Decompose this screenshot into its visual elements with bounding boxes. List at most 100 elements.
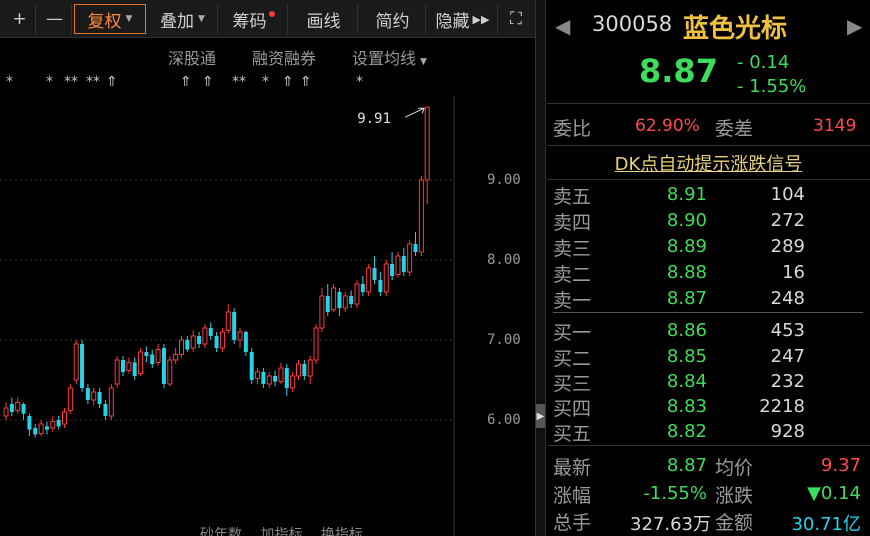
candlestick [138, 348, 144, 376]
prev-stock-icon[interactable]: ◀ [555, 14, 570, 38]
candlestick [255, 368, 261, 384]
candlestick [114, 356, 120, 388]
ask-row[interactable]: 卖四 8.90 272 [547, 208, 870, 234]
signal-flag[interactable]: ** [232, 74, 246, 90]
candlestick [44, 421, 49, 435]
volume-label: 总手 [553, 512, 592, 534]
axis-label: 7.00 [487, 332, 521, 348]
candlestick [190, 330, 196, 352]
signal-flag[interactable]: ** [86, 74, 100, 90]
candlestick [319, 288, 325, 332]
plus-icon: + [12, 9, 27, 29]
tab-add-indicator[interactable]: 加指标 [260, 527, 302, 536]
caret-down-icon: ▼ [125, 14, 133, 24]
candlestick [261, 368, 266, 388]
jianyue-button[interactable]: 简约 [360, 4, 426, 34]
bid-level: 买二 [553, 348, 592, 370]
diejia-button[interactable]: 叠加 ▼ [148, 4, 218, 34]
huaxian-button[interactable]: 画线 [290, 4, 358, 34]
bid-row[interactable]: 买四 8.83 2218 [547, 394, 870, 420]
candlestick [27, 413, 32, 436]
candlestick [390, 252, 395, 280]
candlestick [360, 276, 365, 296]
candlestick [50, 416, 56, 432]
bid-row[interactable]: 买二 8.85 247 [547, 344, 870, 370]
yincang-button[interactable]: 隐藏 ▶▶ [428, 4, 498, 34]
bid-row[interactable]: 买五 8.82 928 [547, 419, 870, 445]
stats-row: 最新 8.87 均价 9.37 [547, 453, 870, 481]
candlestick [108, 384, 114, 420]
candlestick [278, 362, 284, 384]
signal-flag[interactable]: * [6, 74, 13, 90]
bid-row[interactable]: 买三 8.84 232 [547, 369, 870, 395]
ask-row[interactable]: 卖五 8.91 104 [547, 182, 870, 208]
candlestick [395, 252, 401, 278]
fullscreen-button[interactable]: ⛶ [500, 4, 532, 34]
signal-flag[interactable]: ⇑ [180, 74, 192, 90]
next-stock-icon[interactable]: ▶ [847, 14, 862, 38]
bid-volume: 247 [770, 346, 805, 367]
ma-settings-link[interactable]: 设置均线 ▼ [352, 45, 427, 69]
stats-row: 涨幅 -1.55% 涨跌 ▼0.14 [547, 481, 870, 509]
candlestick [214, 332, 219, 352]
stats-divider [547, 445, 870, 446]
shengutong-link[interactable]: 深股通 [168, 45, 216, 69]
ask-row[interactable]: 卖三 8.89 289 [547, 234, 870, 260]
ask-price: 8.89 [666, 236, 707, 257]
signal-flag[interactable]: ⇑ [106, 74, 118, 90]
candlestick [3, 402, 9, 420]
candlestick [331, 284, 337, 312]
candlestick [161, 344, 166, 388]
fuquan-button[interactable]: 复权 ▼ [74, 4, 146, 34]
chart-toolbar: + — 复权 ▼ 叠加 ▼ 筹码 画线 简约 隐藏 ▶▶ ⛶ [0, 0, 535, 38]
quote-panel: ◀ 300058 蓝色光标 ▶ 8.87 - 0.14 - 1.55% 委比 6… [547, 0, 870, 536]
candlestick [407, 240, 413, 276]
zoom-in-button[interactable]: + [4, 4, 36, 34]
bid-price: 8.83 [666, 396, 707, 417]
tab-change-indicator[interactable]: 换指标 [321, 527, 363, 536]
candlestick [197, 332, 202, 348]
candlestick [62, 408, 67, 428]
candlestick [9, 397, 14, 416]
bid-volume: 232 [770, 371, 805, 392]
signal-flag[interactable]: ** [64, 74, 78, 90]
stock-header: ◀ 300058 蓝色光标 ▶ 8.87 - 0.14 - 1.55% [547, 0, 870, 104]
signal-flag[interactable]: ⇑ [282, 74, 294, 90]
ask-price: 8.88 [666, 262, 707, 283]
order-ratio-row: 委比 62.90% 委差 3149 [547, 104, 870, 146]
tab-indicator[interactable]: 砂年数 [200, 527, 242, 536]
change-label: 涨跌 [715, 485, 754, 507]
panel-splitter[interactable]: ▶ [535, 0, 546, 536]
amount-label: 金额 [715, 512, 754, 534]
rongzi-link[interactable]: 融资融券 [252, 45, 316, 69]
avg-price-value: 9.37 [820, 455, 861, 476]
candlestick [337, 288, 342, 316]
bid-price: 8.82 [666, 421, 707, 442]
ask-row[interactable]: 卖一 8.87 248 [547, 286, 870, 312]
candlestick [302, 360, 307, 380]
zoom-out-button[interactable]: — [38, 4, 72, 34]
weibi-label: 委比 [553, 118, 592, 140]
caret-down-icon: ▼ [420, 57, 427, 67]
signal-flag[interactable]: ⇑ [300, 74, 312, 90]
kline-panel: + — 复权 ▼ 叠加 ▼ 筹码 画线 简约 隐藏 ▶▶ ⛶ 深股通 融资融券 设置均… [0, 0, 535, 536]
signal-flag[interactable]: * [46, 74, 53, 90]
bid-level: 买四 [553, 398, 592, 420]
diejia-label: 叠加 [160, 11, 195, 32]
candlestick [21, 402, 26, 420]
bid-price: 8.86 [666, 320, 707, 341]
candlestick [167, 356, 173, 387]
candlestick [56, 416, 61, 430]
signal-flag[interactable]: * [262, 74, 269, 90]
dk-signal-link[interactable]: DK点自动提示涨跌信号 [615, 150, 803, 176]
chouma-button[interactable]: 筹码 [220, 4, 288, 34]
kline-chart[interactable]: 9.91 [0, 96, 455, 536]
candlestick [284, 364, 289, 396]
candlestick [378, 272, 383, 296]
signal-flag[interactable]: ⇑ [202, 74, 214, 90]
collapse-arrow-icon[interactable]: ▶ [536, 404, 545, 428]
signal-flag[interactable]: * [356, 74, 363, 90]
candlestick [15, 397, 21, 414]
ask-row[interactable]: 卖二 8.88 16 [547, 260, 870, 286]
bid-row[interactable]: 买一 8.86 453 [547, 318, 870, 344]
